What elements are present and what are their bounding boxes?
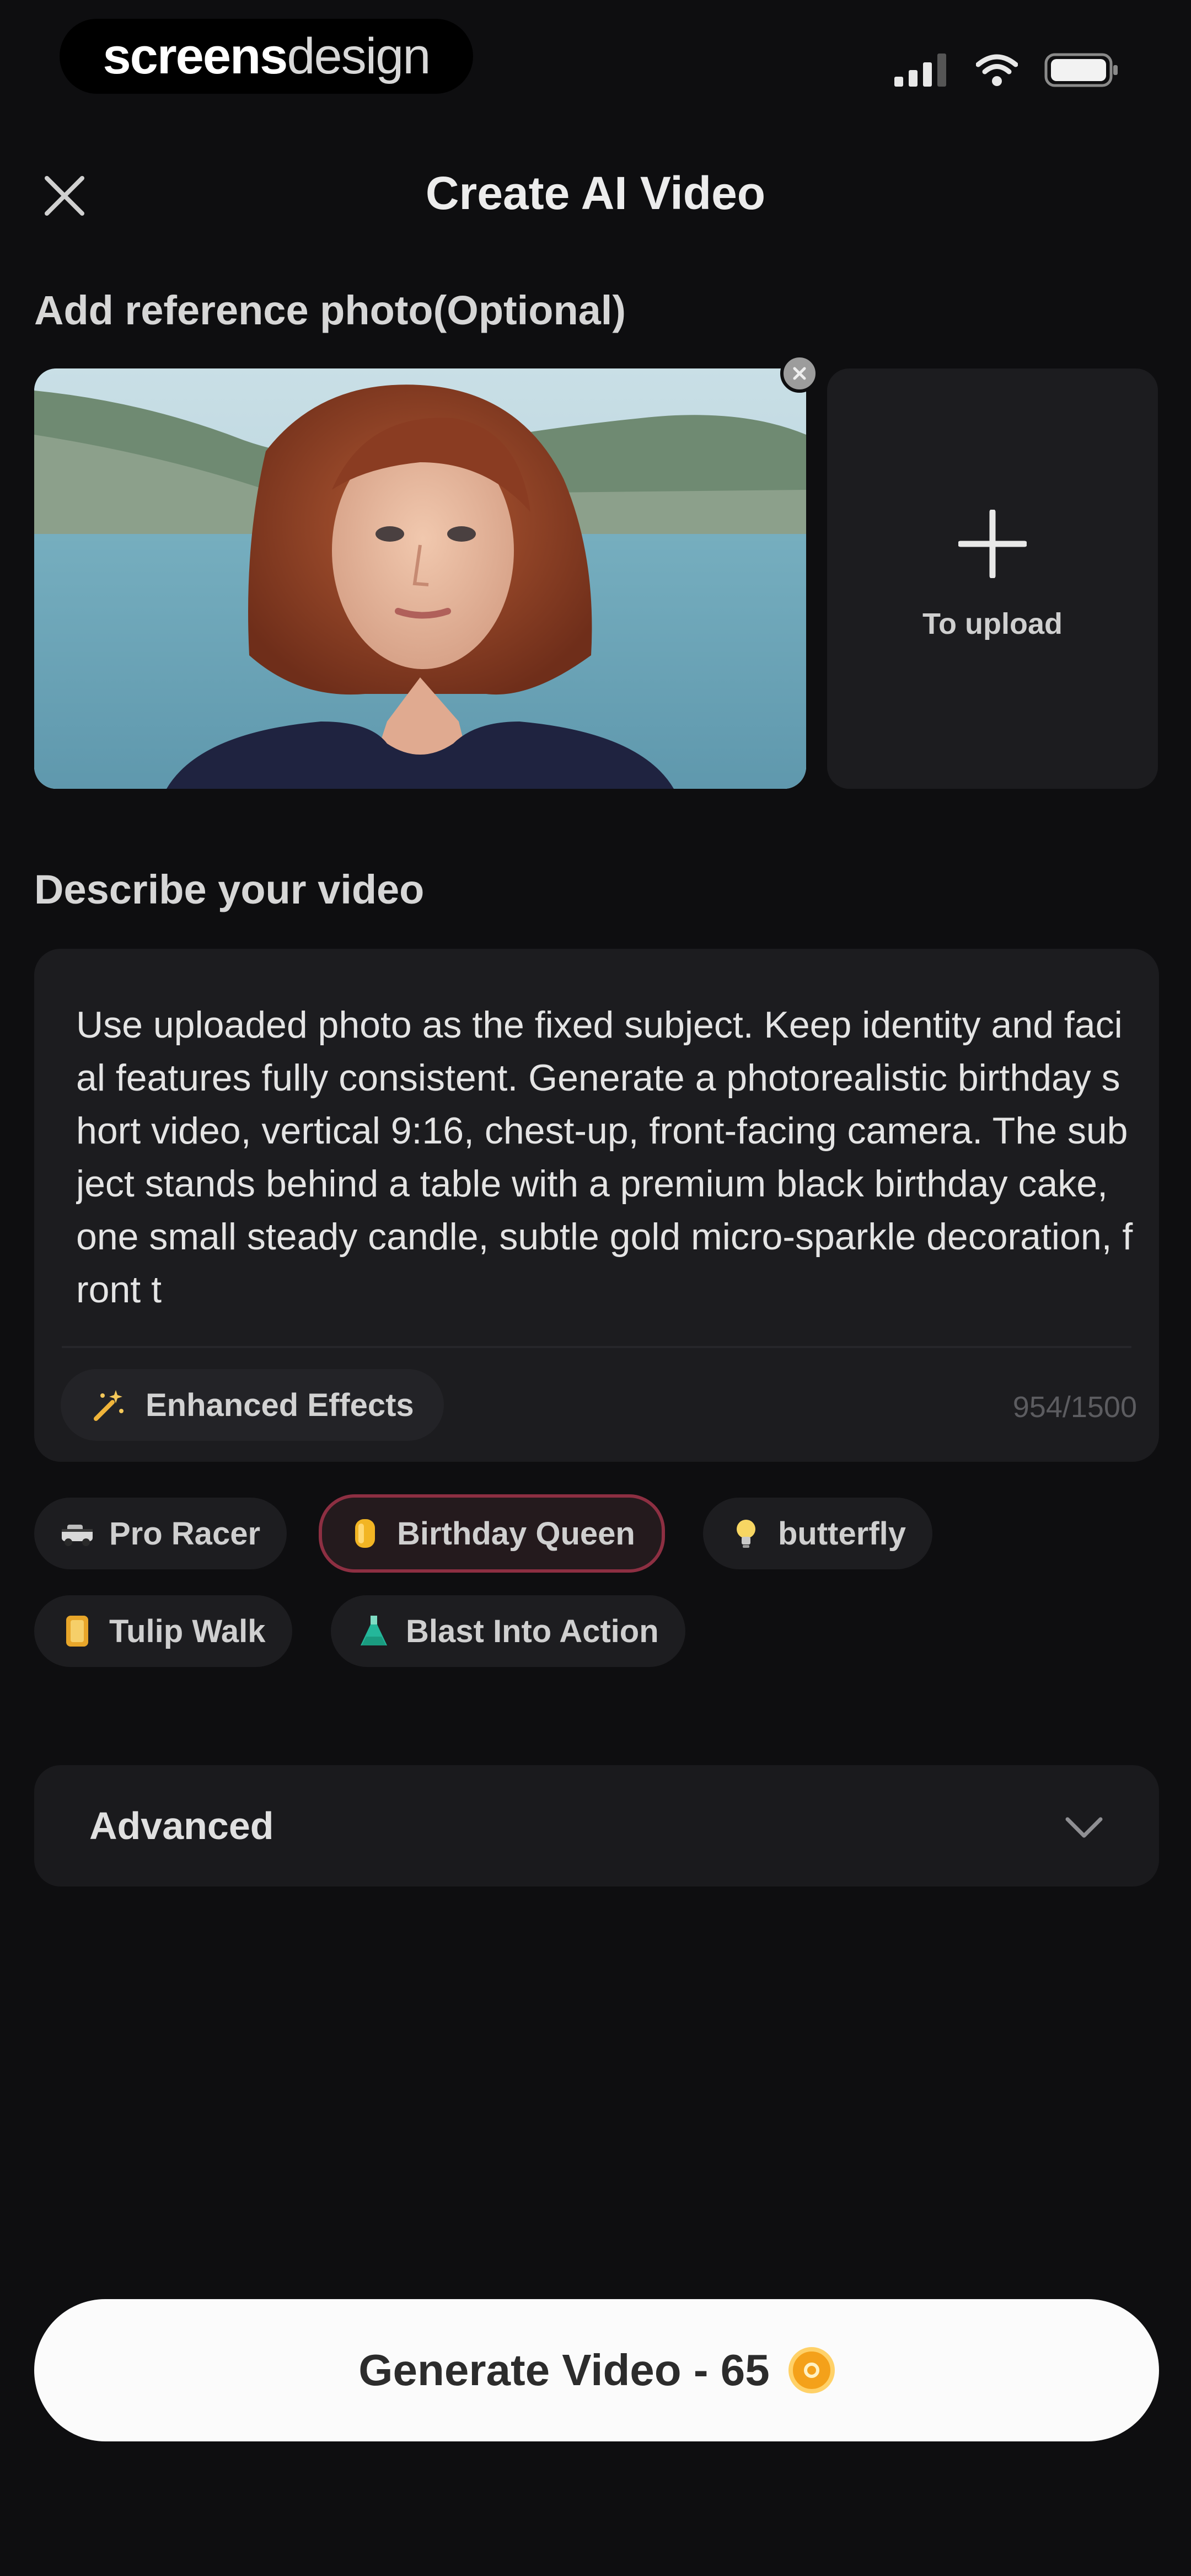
advanced-section[interactable]: Advanced [34,1765,1159,1886]
describe-video-label: Describe your video [34,867,425,912]
wifi-icon [976,54,1018,86]
character-count: 954/1500 [1012,1391,1137,1424]
crown-icon [347,1516,383,1551]
reference-photo-label: Add reference photo(Optional) [34,287,626,333]
header: Create AI Video [0,143,1191,243]
brand-part-1: screens [103,28,288,84]
upload-tile[interactable]: To upload [827,368,1158,789]
generate-video-button[interactable]: Generate Video - 65 [34,2299,1159,2441]
plus-icon [958,510,1027,578]
description-textarea[interactable]: Use uploaded photo as the fixed subject.… [76,998,1135,1329]
description-divider [62,1346,1131,1348]
generate-video-label: Generate Video - 65 [358,2345,770,2395]
page-title: Create AI Video [425,167,766,219]
status-bar: screens design [0,0,1191,127]
style-chip-label: butterfly [778,1515,906,1552]
remove-photo-button[interactable] [780,354,819,393]
style-chip-birthday-queen[interactable]: Birthday Queen [319,1494,665,1573]
chevron-down-icon [1065,1817,1103,1838]
race-car-icon [60,1516,95,1551]
magic-wand-icon [94,1390,124,1421]
coin-icon [788,2347,835,2393]
style-chip-label: Pro Racer [109,1515,261,1552]
description-box[interactable]: Use uploaded photo as the fixed subject.… [34,949,1159,1462]
upload-label: To upload [922,607,1063,640]
style-chip-blast-into-action[interactable]: Blast Into Action [331,1595,685,1667]
style-chip-tulip-walk[interactable]: Tulip Walk [34,1595,292,1667]
close-small-icon [793,367,806,380]
style-chip-butterfly[interactable]: butterfly [703,1498,932,1569]
advanced-label: Advanced [89,1804,274,1847]
brand-logo: screens design [60,19,473,94]
battery-icon [1044,53,1118,87]
style-chip-pro-racer[interactable]: Pro Racer [34,1498,287,1569]
enhanced-effects-toggle[interactable]: Enhanced Effects [61,1369,444,1441]
style-chip-label: Birthday Queen [397,1515,635,1552]
brand-part-2: design [287,28,431,84]
flask-icon [356,1613,391,1649]
portrait-image [34,368,806,789]
style-chip-label: Blast Into Action [406,1613,659,1649]
bulb-icon [728,1516,764,1551]
tulip-icon [60,1613,95,1649]
status-icons [894,51,1119,89]
reference-photo[interactable] [34,368,806,789]
style-chip-label: Tulip Walk [109,1613,266,1649]
cellular-signal-icon [894,54,946,87]
enhanced-effects-label: Enhanced Effects [146,1387,414,1423]
